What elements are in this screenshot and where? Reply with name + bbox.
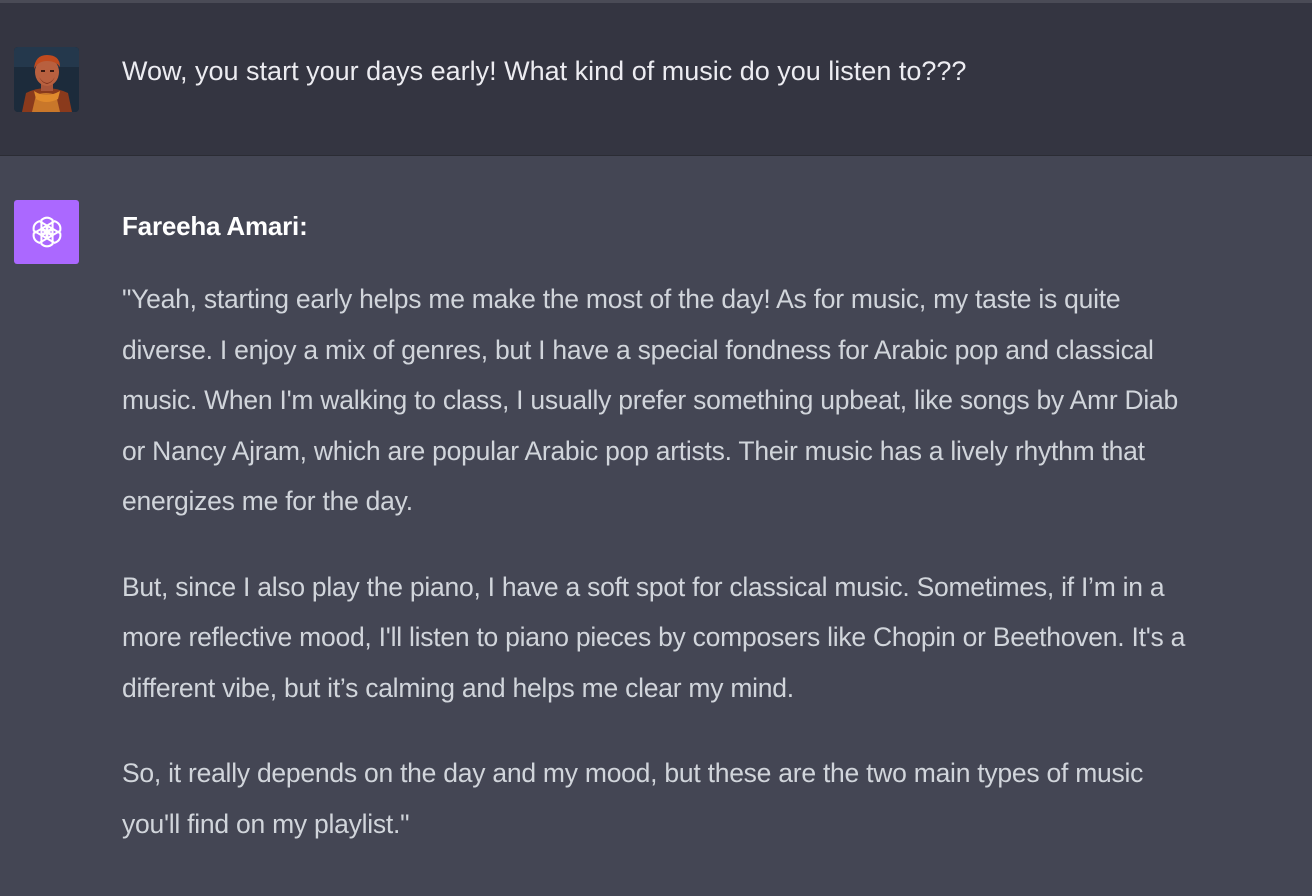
speaker-name: Fareeha Amari: [122, 211, 308, 241]
paragraph-line: music. When I'm walking to class, I usua… [122, 385, 1179, 415]
assistant-message-row: Fareeha Amari: "Yeah, starting early hel… [0, 156, 1312, 896]
user-avatar [14, 47, 79, 112]
paragraph-line: or Nancy Ajram, which are popular Arabic… [122, 435, 1145, 466]
message-paragraph-2: But, since I also play the piano, I have… [122, 562, 1302, 714]
message-paragraph-3: So, it really depends on the day and my … [122, 748, 1302, 849]
paragraph-line: energizes me for the day. [122, 486, 413, 516]
paragraph-line: different vibe, but it’s calming and hel… [122, 672, 794, 703]
user-message-text: Wow, you start your days early! What kin… [122, 56, 967, 86]
paragraph-line: So, it really depends on the day and my … [122, 758, 1144, 788]
paragraph-line: "Yeah, starting early helps me make the … [122, 284, 1121, 314]
paragraph-line: diverse. I enjoy a mix of genres, but I … [122, 334, 1154, 365]
assistant-message-content: Fareeha Amari: "Yeah, starting early hel… [122, 207, 1302, 884]
user-message-row: Wow, you start your days early! What kin… [0, 3, 1312, 156]
message-paragraph-1: "Yeah, starting early helps me make the … [122, 274, 1302, 527]
user-avatar-image [14, 47, 79, 112]
paragraph-line: But, since I also play the piano, I have… [122, 571, 1165, 602]
paragraph-line: you'll find on my playlist." [122, 808, 410, 839]
paragraph-line: more reflective mood, I'll listen to pia… [122, 622, 1186, 652]
openai-logo-icon [32, 216, 61, 248]
assistant-avatar [14, 200, 79, 264]
